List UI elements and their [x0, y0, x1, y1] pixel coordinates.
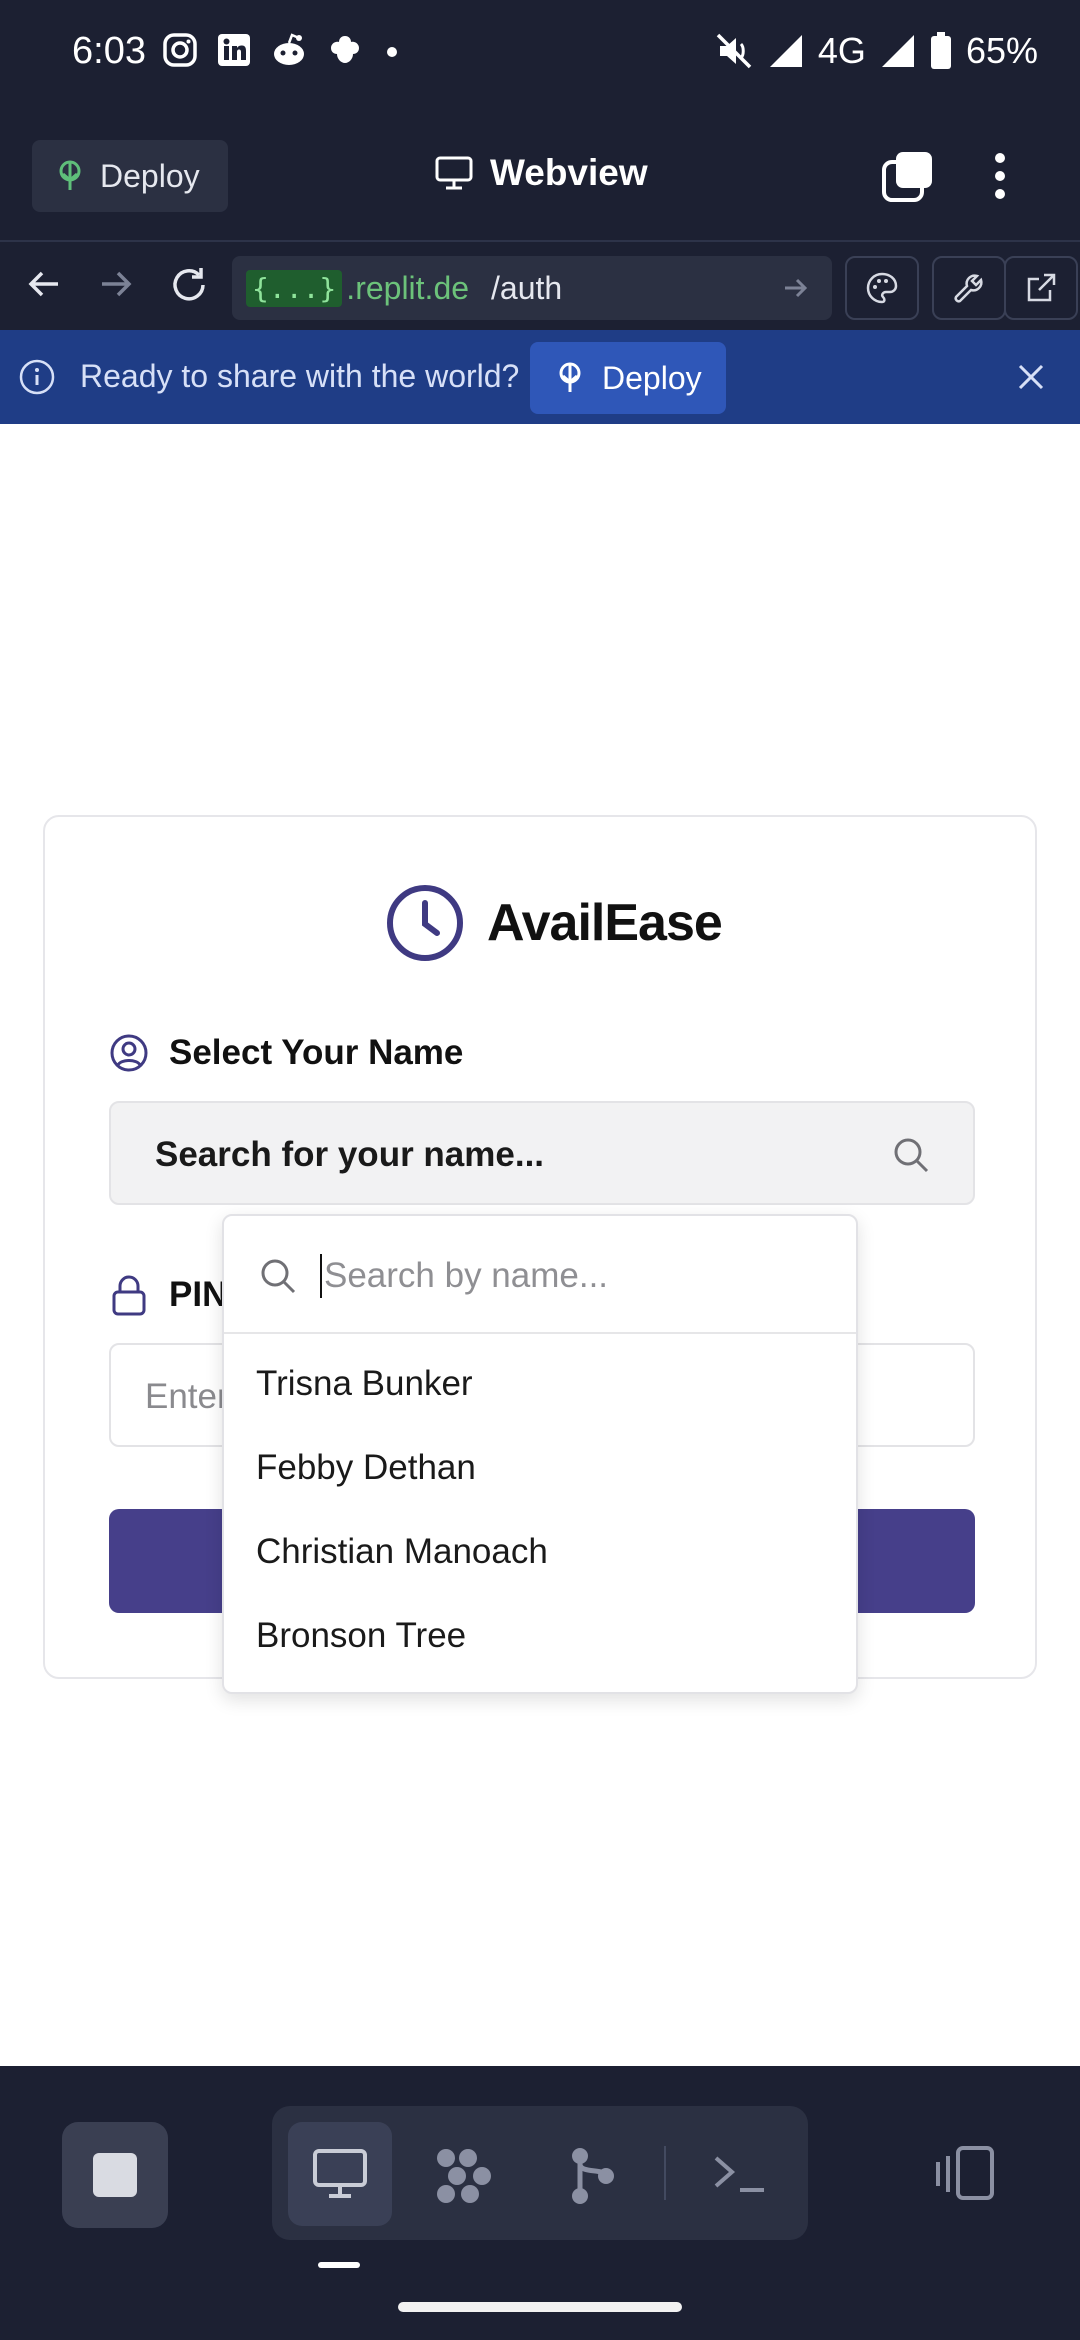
text-caret [320, 1254, 322, 1298]
system-indicators: 4G 65% [714, 30, 1038, 72]
more-notifications-dot [387, 47, 397, 57]
brand-header: AvailEase [385, 883, 723, 963]
open-external-button[interactable] [1004, 256, 1078, 320]
console-icon[interactable] [712, 2150, 768, 2198]
dropdown-option[interactable]: Bronson Tree [256, 1616, 466, 1656]
banner-deploy-button[interactable]: Deploy [530, 342, 726, 414]
info-icon [19, 359, 55, 395]
palette-icon [866, 272, 898, 304]
status-bar: 6:03 4G 65% [0, 0, 1080, 110]
notification-icons [162, 32, 402, 68]
user-circle-icon [110, 1034, 148, 1072]
dropdown-search-placeholder: Search by name... [324, 1256, 609, 1295]
app-notification-icon [331, 36, 359, 63]
stop-button[interactable] [62, 2122, 168, 2228]
pin-label-text: PIN [169, 1275, 228, 1314]
search-icon [894, 1138, 929, 1173]
banner-deploy-label: Deploy [602, 359, 702, 396]
pin-placeholder: Enter [145, 1377, 229, 1416]
name-field-label: Select Your Name [109, 1033, 463, 1073]
monitor-icon [435, 156, 473, 190]
battery-percent: 65% [965, 30, 1038, 71]
deploy-banner: Ready to share with the world? Deploy [0, 330, 1080, 424]
dropdown-option[interactable]: Trisna Bunker [256, 1364, 473, 1404]
clock: 6:03 [72, 30, 146, 72]
reload-icon[interactable] [168, 264, 210, 306]
bottom-toolbar [0, 2066, 1080, 2340]
url-toolbar: {...} .replit.de /auth [0, 244, 1080, 330]
devtools-button[interactable] [932, 256, 1006, 320]
url-field[interactable]: {...} .replit.de /auth [232, 256, 832, 320]
external-link-icon [1027, 273, 1056, 302]
url-path: /auth [491, 269, 563, 306]
home-gesture-bar[interactable] [398, 2302, 682, 2312]
linkedin-icon [218, 34, 250, 66]
pin-field-label: PIN [109, 1273, 227, 1317]
monitor-icon [313, 2149, 367, 2198]
webview-title: Webview [490, 152, 648, 193]
deploy-label: Deploy [100, 157, 200, 194]
stop-icon [93, 2153, 137, 2197]
signal-icon [769, 35, 802, 67]
banner-message: Ready to share with the world? [80, 358, 520, 394]
deploy-icon [59, 160, 81, 190]
brand-name: AvailEase [487, 894, 723, 952]
name-search-combobox[interactable]: Search for your name... [109, 1101, 975, 1205]
network-type: 4G [817, 30, 866, 71]
signal-icon-2 [881, 35, 914, 67]
divider [664, 2146, 666, 2200]
webview-tab-title[interactable]: Webview [434, 152, 648, 194]
dropdown-option[interactable]: Febby Dethan [256, 1448, 476, 1488]
dropdown-option[interactable]: Christian Manoach [256, 1532, 548, 1572]
dropdown-search-input[interactable]: Search by name... [224, 1216, 856, 1334]
name-search-text: Search for your name... [155, 1135, 545, 1174]
reddit-icon [274, 33, 304, 65]
git-icon[interactable] [568, 2146, 618, 2206]
close-icon[interactable] [1016, 362, 1046, 392]
view-switcher [272, 2106, 808, 2240]
packages-icon[interactable] [432, 2146, 496, 2206]
battery-icon [930, 32, 951, 69]
search-icon [261, 1259, 296, 1294]
lock-icon [112, 1275, 146, 1316]
replit-header: Deploy Webview [0, 120, 1080, 242]
url-repl-chip: {...} [246, 269, 343, 307]
name-label-text: Select Your Name [169, 1033, 464, 1072]
clock-logo-icon [387, 885, 463, 961]
webview-tab-button[interactable] [288, 2122, 392, 2226]
forward-icon[interactable] [96, 264, 136, 304]
deploy-icon [559, 362, 581, 392]
url-go-icon[interactable] [782, 274, 810, 302]
name-dropdown: Search by name... Trisna Bunker Febby De… [222, 1214, 858, 1694]
back-icon[interactable] [24, 264, 64, 304]
tabs-switcher-icon[interactable] [882, 150, 934, 202]
mute-icon [716, 33, 752, 69]
instagram-icon [163, 33, 197, 67]
wrench-icon [954, 274, 983, 303]
deploy-button[interactable]: Deploy [32, 140, 228, 212]
theme-button[interactable] [845, 256, 919, 320]
more-menu-icon[interactable] [988, 150, 1012, 202]
panels-icon[interactable] [932, 2146, 996, 2202]
active-tab-indicator [318, 2262, 360, 2268]
url-domain: .replit.de [346, 269, 470, 306]
